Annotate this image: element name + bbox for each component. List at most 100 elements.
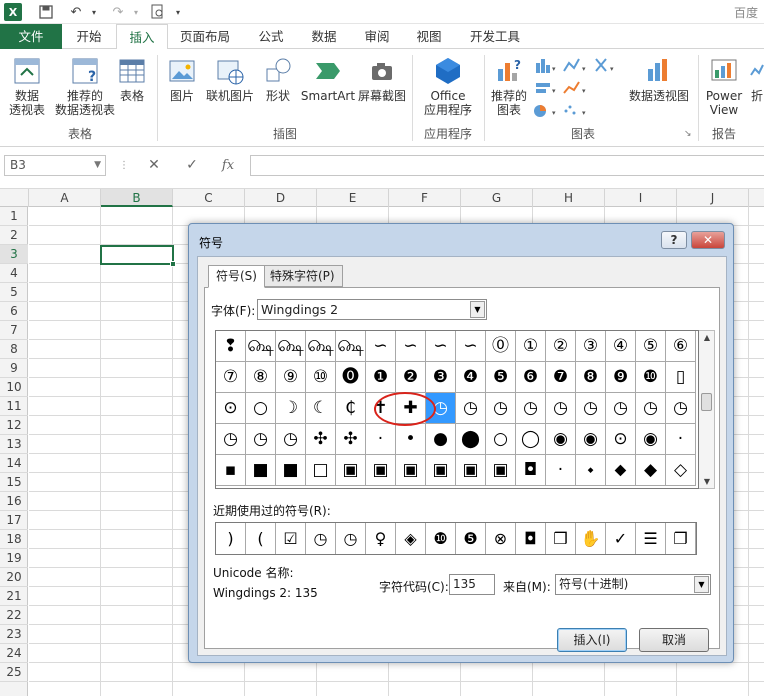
tab-view[interactable]: 视图	[406, 24, 452, 49]
recent-symbol-cell[interactable]: (	[246, 523, 276, 554]
symbol-cell[interactable]: □	[306, 455, 336, 486]
row-header[interactable]: 4	[0, 264, 28, 283]
symbol-cell[interactable]: ▣	[396, 455, 426, 486]
row-header[interactable]: 18	[0, 530, 28, 549]
tab-page-layout[interactable]: 页面布局	[172, 24, 238, 49]
column-header[interactable]: H	[533, 189, 605, 207]
symbol-cell[interactable]: ∽	[456, 331, 486, 362]
symbol-cell[interactable]: ௸	[336, 331, 366, 362]
tab-formulas[interactable]: 公式	[246, 24, 296, 49]
symbol-cell[interactable]: ✣	[306, 424, 336, 455]
symbol-cell[interactable]: ③	[576, 331, 606, 362]
chevron-down-icon[interactable]: ▼	[694, 576, 709, 593]
column-header[interactable]: J	[677, 189, 749, 207]
row-header[interactable]: 11	[0, 397, 28, 416]
symbol-cell[interactable]: ⬤	[456, 424, 486, 455]
insert-button[interactable]: 插入(I)	[557, 628, 627, 652]
symbol-cell[interactable]: ✣	[336, 424, 366, 455]
symbol-cell[interactable]: ▣	[426, 455, 456, 486]
recommended-charts-button[interactable]: ? 推荐的 图表	[488, 55, 530, 117]
symbol-cell[interactable]: ⑨	[276, 362, 306, 393]
symbol-cell[interactable]: ❹	[456, 362, 486, 393]
formula-input[interactable]	[250, 155, 764, 176]
row-header[interactable]: 21	[0, 587, 28, 606]
symbol-cell[interactable]: ◷	[276, 424, 306, 455]
column-header[interactable]: F	[389, 189, 461, 207]
save-icon[interactable]	[36, 3, 56, 21]
recent-symbol-cell[interactable]: ⊗	[486, 523, 516, 554]
redo-icon[interactable]: ↷	[108, 3, 128, 21]
symbol-cell[interactable]: ❼	[546, 362, 576, 393]
symbol-cell[interactable]: ◘	[516, 455, 546, 486]
tab-special-characters[interactable]: 特殊字符(P)	[262, 265, 343, 287]
symbol-cell[interactable]: ❻	[516, 362, 546, 393]
symbol-cell[interactable]: ○	[486, 424, 516, 455]
symbol-cell[interactable]: ∽	[396, 331, 426, 362]
row-header[interactable]: 20	[0, 568, 28, 587]
row-header[interactable]: 24	[0, 644, 28, 663]
row-header[interactable]: 5	[0, 283, 28, 302]
symbol-cell[interactable]: ⑧	[246, 362, 276, 393]
insert-function-icon[interactable]: fx	[216, 155, 240, 176]
customize-qat-icon[interactable]: ▾	[172, 3, 184, 21]
line-sparkline-button[interactable]: 折	[750, 55, 764, 103]
office-apps-button[interactable]: Office 应用程序	[416, 55, 480, 117]
recent-symbol-cell[interactable]: ◘	[516, 523, 546, 554]
symbol-cell[interactable]: •	[396, 424, 426, 455]
symbol-cell[interactable]: ▣	[366, 455, 396, 486]
power-view-button[interactable]: Power View	[702, 55, 746, 117]
recent-symbol-cell[interactable]: ❐	[666, 523, 696, 554]
redo-dropdown-icon[interactable]: ▾	[130, 3, 142, 21]
symbol-cell[interactable]: ₵	[336, 393, 366, 424]
recent-symbol-cell[interactable]: ◷	[336, 523, 366, 554]
recent-symbol-cell[interactable]: ☑	[276, 523, 306, 554]
symbol-cell[interactable]: ·	[666, 424, 696, 455]
symbol-cell[interactable]: ⊙	[606, 424, 636, 455]
symbol-cell[interactable]: ◷	[666, 393, 696, 424]
column-header[interactable]: G	[461, 189, 533, 207]
recent-symbol-cell[interactable]: ❿	[426, 523, 456, 554]
row-header[interactable]: 1	[0, 207, 28, 226]
symbol-cell[interactable]: ◷	[576, 393, 606, 424]
symbol-cell[interactable]: ❸	[426, 362, 456, 393]
recommended-pivottable-button[interactable]: ? 推荐的 数据透视表	[54, 55, 116, 117]
symbol-cell[interactable]: ⑥	[666, 331, 696, 362]
symbol-cell[interactable]: ▣	[456, 455, 486, 486]
symbol-cell[interactable]: ▪	[216, 455, 246, 486]
symbol-cell[interactable]: ·	[366, 424, 396, 455]
from-select[interactable]: 符号(十进制) ▼	[555, 574, 711, 595]
pivotchart-button[interactable]: 数据透视图	[626, 55, 692, 103]
symbol-cell[interactable]: ❷	[396, 362, 426, 393]
cancel-formula-icon[interactable]: ✕	[142, 155, 166, 176]
row-header[interactable]: 2	[0, 226, 28, 245]
symbol-cell[interactable]: ④	[606, 331, 636, 362]
row-header[interactable]: 7	[0, 321, 28, 340]
enter-formula-icon[interactable]: ✓	[180, 155, 204, 176]
row-header[interactable]: 14	[0, 454, 28, 473]
symbol-cell[interactable]: ◉	[546, 424, 576, 455]
scroll-up-icon[interactable]: ▲	[699, 333, 715, 342]
column-header[interactable]: B	[101, 189, 173, 207]
symbol-cell[interactable]: ⑤	[636, 331, 666, 362]
scrollbar-thumb[interactable]	[701, 393, 712, 411]
symbol-cell[interactable]: ◷	[516, 393, 546, 424]
symbol-cell[interactable]: ·	[546, 455, 576, 486]
recent-symbol-cell[interactable]: ◷	[306, 523, 336, 554]
cancel-button[interactable]: 取消	[639, 628, 709, 652]
recent-symbol-cell[interactable]: ❺	[456, 523, 486, 554]
recent-symbol-cell[interactable]: ✓	[606, 523, 636, 554]
column-header[interactable]: E	[317, 189, 389, 207]
symbol-cell[interactable]: ■	[246, 455, 276, 486]
recent-symbol-cell[interactable]: ☰	[636, 523, 666, 554]
symbol-cell[interactable]: ∽	[366, 331, 396, 362]
symbol-cell[interactable]: ❾	[606, 362, 636, 393]
symbol-cell[interactable]: ①	[516, 331, 546, 362]
symbol-cell[interactable]: ∽	[426, 331, 456, 362]
symbol-cell[interactable]: ◷	[606, 393, 636, 424]
online-pictures-button[interactable]: 联机图片	[204, 55, 256, 103]
pivottable-button[interactable]: 数据 透视表	[4, 55, 50, 117]
column-header[interactable]: C	[173, 189, 245, 207]
symbol-grid-scrollbar[interactable]: ▲ ▼	[699, 330, 715, 489]
symbol-cell[interactable]: ⓿	[336, 362, 366, 393]
charts-dialog-launcher-icon[interactable]: ↘	[684, 129, 692, 139]
